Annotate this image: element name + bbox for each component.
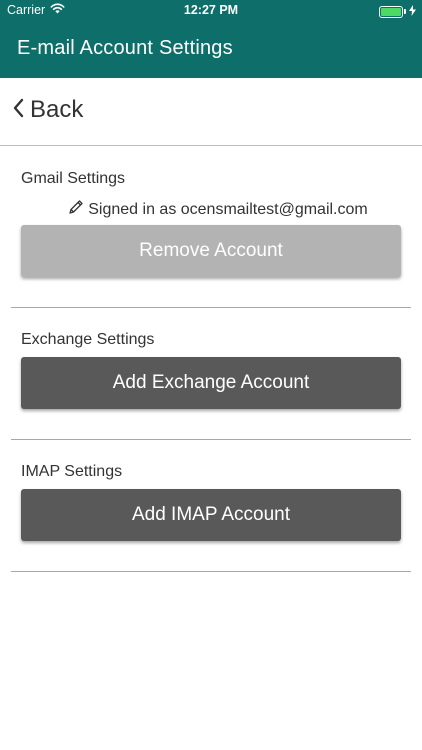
- pencil-icon: [68, 199, 84, 220]
- section-divider: [11, 307, 411, 308]
- back-label: Back: [30, 96, 84, 123]
- signed-in-text: Signed in as ocensmailtest@gmail.com: [88, 200, 368, 218]
- navigation-bar: Back: [0, 78, 422, 146]
- gmail-settings-heading: Gmail Settings: [21, 170, 126, 187]
- add-exchange-account-button[interactable]: Add Exchange Account: [21, 357, 401, 409]
- section-divider: [11, 439, 411, 440]
- battery-icon: [379, 5, 403, 18]
- status-time: 12:27 PM: [183, 3, 239, 17]
- signed-in-status: Signed in as ocensmailtest@gmail.com: [0, 199, 422, 220]
- charging-icon: [409, 4, 416, 19]
- status-bar: Carrier 12:27 PM: [0, 0, 422, 22]
- add-imap-account-button[interactable]: Add IMAP Account: [21, 489, 401, 541]
- page-title: E-mail Account Settings: [17, 37, 233, 59]
- app-header: Carrier 12:27 PM E-mail Account Settings: [0, 0, 422, 78]
- imap-settings-heading: IMAP Settings: [21, 463, 123, 480]
- chevron-left-icon: [12, 98, 24, 123]
- section-divider: [11, 571, 411, 572]
- battery-indicator: [379, 4, 416, 19]
- back-button[interactable]: Back: [12, 96, 83, 124]
- exchange-settings-heading: Exchange Settings: [21, 331, 155, 348]
- remove-account-button[interactable]: Remove Account: [21, 225, 401, 277]
